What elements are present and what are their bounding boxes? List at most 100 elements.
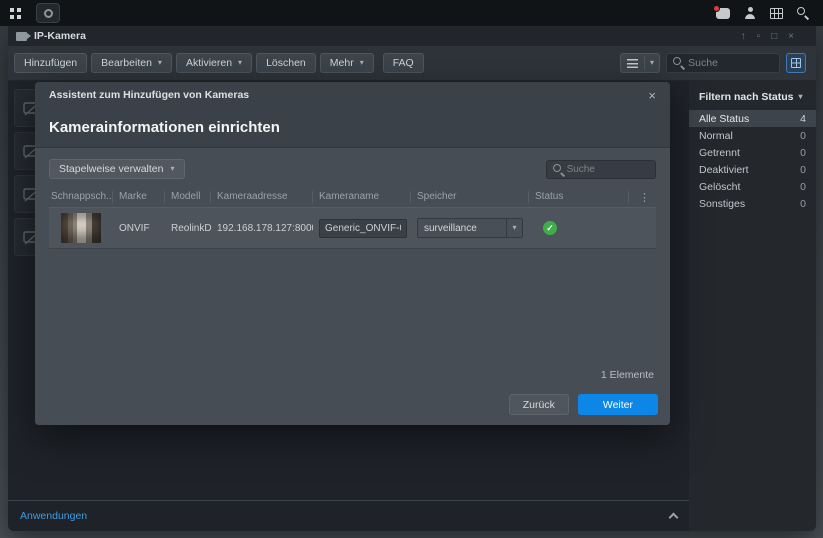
select-caret-box: ▾	[506, 219, 522, 237]
more-button[interactable]: Mehr ▾	[320, 53, 374, 73]
edit-button-label: Bearbeiten	[101, 57, 152, 69]
cell-status: ✓	[529, 221, 629, 235]
faq-button[interactable]: FAQ	[383, 53, 424, 73]
notification-badge	[713, 5, 720, 12]
window-close-icon[interactable]: ×	[788, 31, 794, 42]
view-mode-button[interactable]: ▾	[620, 53, 660, 73]
applications-bar: Anwendungen	[8, 500, 689, 531]
dialog-footer: Zurück Weiter	[509, 394, 658, 415]
camera-snapshot-image	[61, 213, 101, 243]
camera-search-input[interactable]	[688, 57, 773, 69]
caret-down-icon: ▾	[512, 224, 516, 232]
filter-item-count: 0	[800, 181, 806, 193]
filter-panel-header[interactable]: Filtern nach Status ▾	[689, 89, 816, 110]
column-model[interactable]: Modell	[165, 191, 211, 203]
search-icon	[553, 164, 562, 174]
dialog-close-icon[interactable]: ×	[648, 89, 656, 102]
filter-item-normal[interactable]: Normal 0	[689, 127, 816, 144]
panel-grid-icon	[791, 58, 801, 68]
column-snapshot[interactable]: Schnappsch...	[49, 191, 113, 203]
filter-item-label: Normal	[699, 130, 733, 142]
filter-panel-title: Filtern nach Status	[699, 91, 794, 103]
cell-address: 192.168.178.127:8000	[211, 223, 313, 234]
applications-link[interactable]: Anwendungen	[20, 510, 87, 522]
caret-down-icon: ▾	[170, 165, 174, 173]
main-menu-button[interactable]	[0, 0, 30, 26]
table-header: Schnappsch... Marke Modell Kameraadresse…	[49, 189, 656, 205]
camera-table-row[interactable]: ONVIF ReolinkD... 192.168.178.127:8000 s…	[49, 207, 656, 249]
delete-button[interactable]: Löschen	[256, 53, 316, 73]
filter-item-deaktiviert[interactable]: Deaktiviert 0	[689, 161, 816, 178]
items-count: 1 Elemente	[601, 369, 654, 381]
filter-item-label: Deaktiviert	[699, 164, 749, 176]
dialog-search-box[interactable]	[546, 160, 656, 179]
storage-select[interactable]: surveillance ▾	[417, 218, 523, 238]
filter-item-count: 4	[800, 113, 806, 125]
window-maximize-icon[interactable]: □	[771, 31, 777, 42]
widgets-icon[interactable]	[770, 8, 783, 19]
dialog-search-input[interactable]	[567, 164, 649, 175]
caret-down-icon: ▾	[360, 59, 364, 67]
dialog-header: Assistent zum Hinzufügen von Kameras ×	[35, 82, 670, 108]
column-storage[interactable]: Speicher	[411, 191, 529, 203]
apps-grid-icon	[10, 8, 21, 19]
dialog-titleband: Kamerainformationen einrichten	[35, 108, 670, 148]
filter-item-getrennt[interactable]: Getrennt 0	[689, 144, 816, 161]
notifications-icon[interactable]	[716, 8, 730, 19]
chevron-up-icon[interactable]	[669, 513, 679, 523]
column-address[interactable]: Kameraadresse	[211, 191, 313, 203]
list-view-icon	[627, 59, 638, 68]
ip-camera-window: IP-Kamera ↑ ▫ □ × Hinzufügen Bearbeiten …	[8, 26, 816, 531]
camera-search-box[interactable]	[666, 53, 780, 73]
cell-name	[313, 219, 411, 238]
window-rollup-icon[interactable]: ↑	[741, 31, 746, 42]
toolbar: Hinzufügen Bearbeiten ▾ Aktivieren ▾ Lös…	[8, 46, 816, 81]
column-name[interactable]: Kameraname	[313, 191, 411, 203]
cell-snapshot	[49, 213, 113, 243]
back-button[interactable]: Zurück	[509, 394, 569, 415]
filter-item-label: Alle Status	[699, 113, 749, 125]
filter-item-count: 0	[800, 198, 806, 210]
status-ok-icon: ✓	[543, 221, 557, 235]
window-pin-icon[interactable]: ▫	[757, 31, 761, 42]
window-title: IP-Kamera	[34, 30, 86, 42]
activate-button-label: Aktivieren	[186, 57, 232, 69]
filter-item-alle-status[interactable]: Alle Status 4	[689, 110, 816, 127]
batch-manage-button[interactable]: Stapelweise verwalten ▾	[49, 159, 185, 179]
filter-item-count: 0	[800, 164, 806, 176]
batch-manage-label: Stapelweise verwalten	[59, 163, 163, 175]
filter-item-label: Getrennt	[699, 147, 740, 159]
caret-down-icon: ▾	[238, 59, 242, 67]
surveillance-station-taskbar-icon[interactable]	[36, 3, 60, 23]
camera-icon	[16, 32, 27, 41]
caret-down-icon: ▾	[799, 93, 803, 101]
edit-button[interactable]: Bearbeiten ▾	[91, 53, 172, 73]
camera-name-input[interactable]	[319, 219, 407, 238]
add-button[interactable]: Hinzufügen	[14, 53, 87, 73]
column-menu-icon[interactable]: ⋮	[629, 191, 656, 204]
search-icon[interactable]	[797, 7, 809, 19]
dialog-title: Kamerainformationen einrichten	[49, 119, 280, 136]
activate-button[interactable]: Aktivieren ▾	[176, 53, 252, 73]
dialog-header-title: Assistent zum Hinzufügen von Kameras	[49, 89, 249, 101]
cell-model: ReolinkD...	[165, 223, 211, 234]
window-controls: ↑ ▫ □ ×	[741, 31, 808, 42]
user-account-icon[interactable]	[744, 7, 756, 19]
cell-storage: surveillance ▾	[411, 218, 529, 238]
window-titlebar[interactable]: IP-Kamera ↑ ▫ □ ×	[8, 26, 816, 46]
filter-panel-toggle-button[interactable]	[786, 53, 806, 73]
faq-button-label: FAQ	[393, 57, 414, 69]
next-button[interactable]: Weiter	[578, 394, 658, 415]
caret-down-icon: ▾	[158, 59, 162, 67]
filter-item-count: 0	[800, 147, 806, 159]
add-camera-wizard-dialog: Assistent zum Hinzufügen von Kameras × K…	[35, 82, 670, 425]
filter-item-sonstiges[interactable]: Sonstiges 0	[689, 195, 816, 212]
filter-panel: Filtern nach Status ▾ Alle Status 4 Norm…	[689, 81, 816, 531]
column-status[interactable]: Status	[529, 191, 629, 203]
taskbar-tray	[716, 7, 823, 19]
filter-item-geloescht[interactable]: Gelöscht 0	[689, 178, 816, 195]
delete-button-label: Löschen	[266, 57, 306, 69]
caret-down-icon: ▾	[645, 59, 659, 67]
dialog-controls: Stapelweise verwalten ▾	[49, 159, 656, 179]
column-brand[interactable]: Marke	[113, 191, 165, 203]
